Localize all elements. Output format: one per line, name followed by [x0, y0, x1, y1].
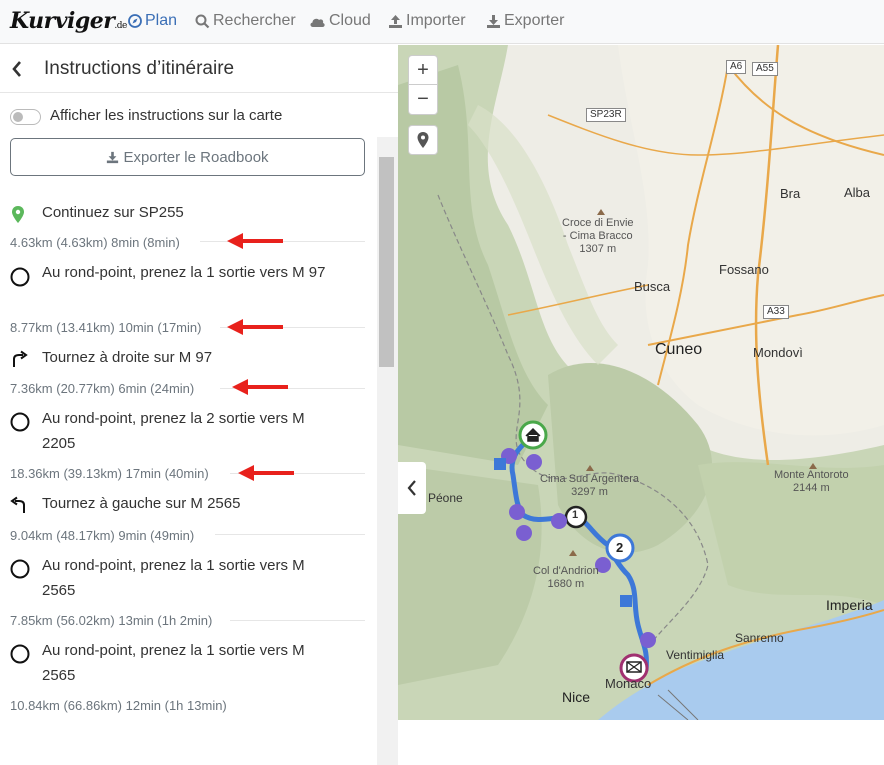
- step-text: Continuez sur SP255: [42, 204, 184, 221]
- map-label-imperia: Imperia: [826, 597, 873, 613]
- road-shield: A33: [763, 305, 789, 319]
- nav-plan-label: Plan: [145, 12, 178, 29]
- waypoint-2-label[interactable]: 2: [616, 540, 623, 555]
- step-distance: 7.36km (20.77km) 6min (24min): [10, 381, 195, 396]
- upload-icon: [389, 14, 402, 28]
- back-chevron-icon[interactable]: [10, 59, 24, 79]
- map-label-col-dandrion: Col d'Andrion 1680 m: [533, 565, 599, 590]
- zoom-control: + −: [408, 55, 438, 115]
- step-divider: [230, 620, 365, 621]
- download-icon: [487, 14, 500, 28]
- roundabout-icon: [10, 267, 30, 287]
- scrollbar-thumb[interactable]: [379, 157, 394, 367]
- map-label-monaco: Monaco: [605, 676, 652, 691]
- route-instructions-panel: Instructions d’itinéraire Afficher les i…: [0, 45, 398, 765]
- chevron-left-icon: [407, 480, 416, 496]
- step-text: Tournez à droite sur M 97: [42, 349, 213, 366]
- step-text: Au rond-point, prenez la 1 sortie vers M…: [42, 264, 326, 281]
- top-navigation-bar: Kurviger.de Plan Rechercher Cloud Import…: [0, 0, 884, 44]
- nav-export[interactable]: Exporter: [486, 12, 564, 30]
- map-label-mondovi: Mondovì: [753, 345, 803, 360]
- map-terrain: [398, 45, 884, 720]
- nav-plan[interactable]: Plan: [128, 12, 177, 30]
- nav-search[interactable]: Rechercher: [195, 12, 296, 30]
- map-pin-icon: [12, 206, 24, 223]
- map-label-sanremo: Sanremo: [735, 631, 784, 645]
- toggle-knob: [13, 112, 23, 122]
- step-text: Tournez à gauche sur M 2565: [42, 495, 241, 512]
- export-roadbook-label: Exporter le Roadbook: [123, 148, 269, 166]
- map-label-croce: Croce di Envie - Cima Bracco 1307 m: [562, 217, 634, 255]
- step-distance: 9.04km (48.17km) 9min (49min): [10, 528, 195, 543]
- kurviger-logo[interactable]: Kurviger.de: [10, 8, 127, 34]
- step-text: Au rond-point, prenez la 1 sortie vers M…: [42, 557, 305, 599]
- nav-import[interactable]: Importer: [388, 12, 466, 30]
- map-label-cuneo: Cuneo: [655, 341, 703, 358]
- step-distance: 10.84km (66.86km) 12min (1h 13min): [10, 698, 227, 713]
- search-icon: [195, 14, 210, 28]
- logo-text: Kurviger: [10, 8, 115, 34]
- map-label-nice: Nice: [562, 689, 591, 705]
- road-shield: SP23R: [586, 108, 626, 122]
- panel-title: Instructions d’itinéraire: [44, 58, 235, 79]
- zoom-out-button[interactable]: −: [409, 85, 437, 113]
- step-divider: [215, 534, 365, 535]
- step-distance: 8.77km (13.41km) 10min (17min): [10, 320, 202, 335]
- turn-right-icon: [13, 350, 28, 367]
- nav-import-label: Importer: [406, 12, 466, 29]
- nav-search-label: Rechercher: [213, 12, 296, 29]
- zoom-in-button[interactable]: +: [409, 56, 437, 84]
- map-label-cima-sud-argentera: Cima Sud Argentera 3297 m: [540, 473, 640, 498]
- turn-left-icon: [10, 496, 25, 513]
- download-icon: [107, 151, 119, 163]
- nav-cloud[interactable]: Cloud: [309, 12, 371, 30]
- map-label-fossano: Fossano: [719, 262, 769, 277]
- panel-header: Instructions d’itinéraire: [0, 45, 398, 93]
- map-label-ventimiglia: Ventimiglia: [666, 648, 725, 662]
- cloud-icon: [310, 18, 325, 27]
- roundabout-icon: [10, 412, 30, 432]
- route-map[interactable]: + − A6 A55 SP23R A33 Bra Alba Croce di E…: [398, 45, 884, 720]
- export-roadbook-button[interactable]: Exporter le Roadbook: [10, 138, 365, 176]
- logo-suffix: .de: [114, 21, 127, 31]
- step-distance: 18.36km (39.13km) 17min (40min): [10, 466, 209, 481]
- toggle-label: Afficher les instructions sur la carte: [50, 107, 283, 124]
- location-pin-icon: [417, 132, 429, 148]
- locate-button[interactable]: [408, 125, 438, 155]
- step-text: Au rond-point, prenez la 1 sortie vers M…: [42, 642, 305, 684]
- map-label-monte-antoroto: Monte Antoroto 2144 m: [774, 469, 849, 494]
- red-arrow-annotation: [238, 465, 294, 481]
- step-distance: 4.63km (4.63km) 8min (8min): [10, 235, 180, 250]
- collapse-panel-button[interactable]: [398, 462, 426, 514]
- nav-export-label: Exporter: [504, 12, 565, 29]
- road-shield: A6: [726, 60, 747, 74]
- roundabout-icon: [10, 644, 30, 664]
- panel-scrollbar[interactable]: [377, 137, 398, 765]
- red-arrow-annotation: [227, 319, 283, 335]
- step-text: Au rond-point, prenez la 2 sortie vers M…: [42, 410, 305, 452]
- map-label-bra: Bra: [780, 186, 801, 201]
- nav-cloud-label: Cloud: [329, 12, 371, 29]
- map-label-alba: Alba: [844, 185, 871, 200]
- show-instructions-toggle[interactable]: [10, 109, 41, 125]
- red-arrow-annotation: [227, 233, 283, 249]
- map-label-peone: Péone: [428, 491, 463, 505]
- compass-icon: [128, 14, 142, 28]
- map-label-busca: Busca: [634, 279, 671, 294]
- red-arrow-annotation: [232, 379, 288, 395]
- step-distance: 7.85km (56.02km) 13min (1h 2min): [10, 613, 213, 628]
- waypoint-1-label[interactable]: 1: [572, 509, 578, 521]
- road-shield: A55: [752, 62, 778, 76]
- roundabout-icon: [10, 559, 30, 579]
